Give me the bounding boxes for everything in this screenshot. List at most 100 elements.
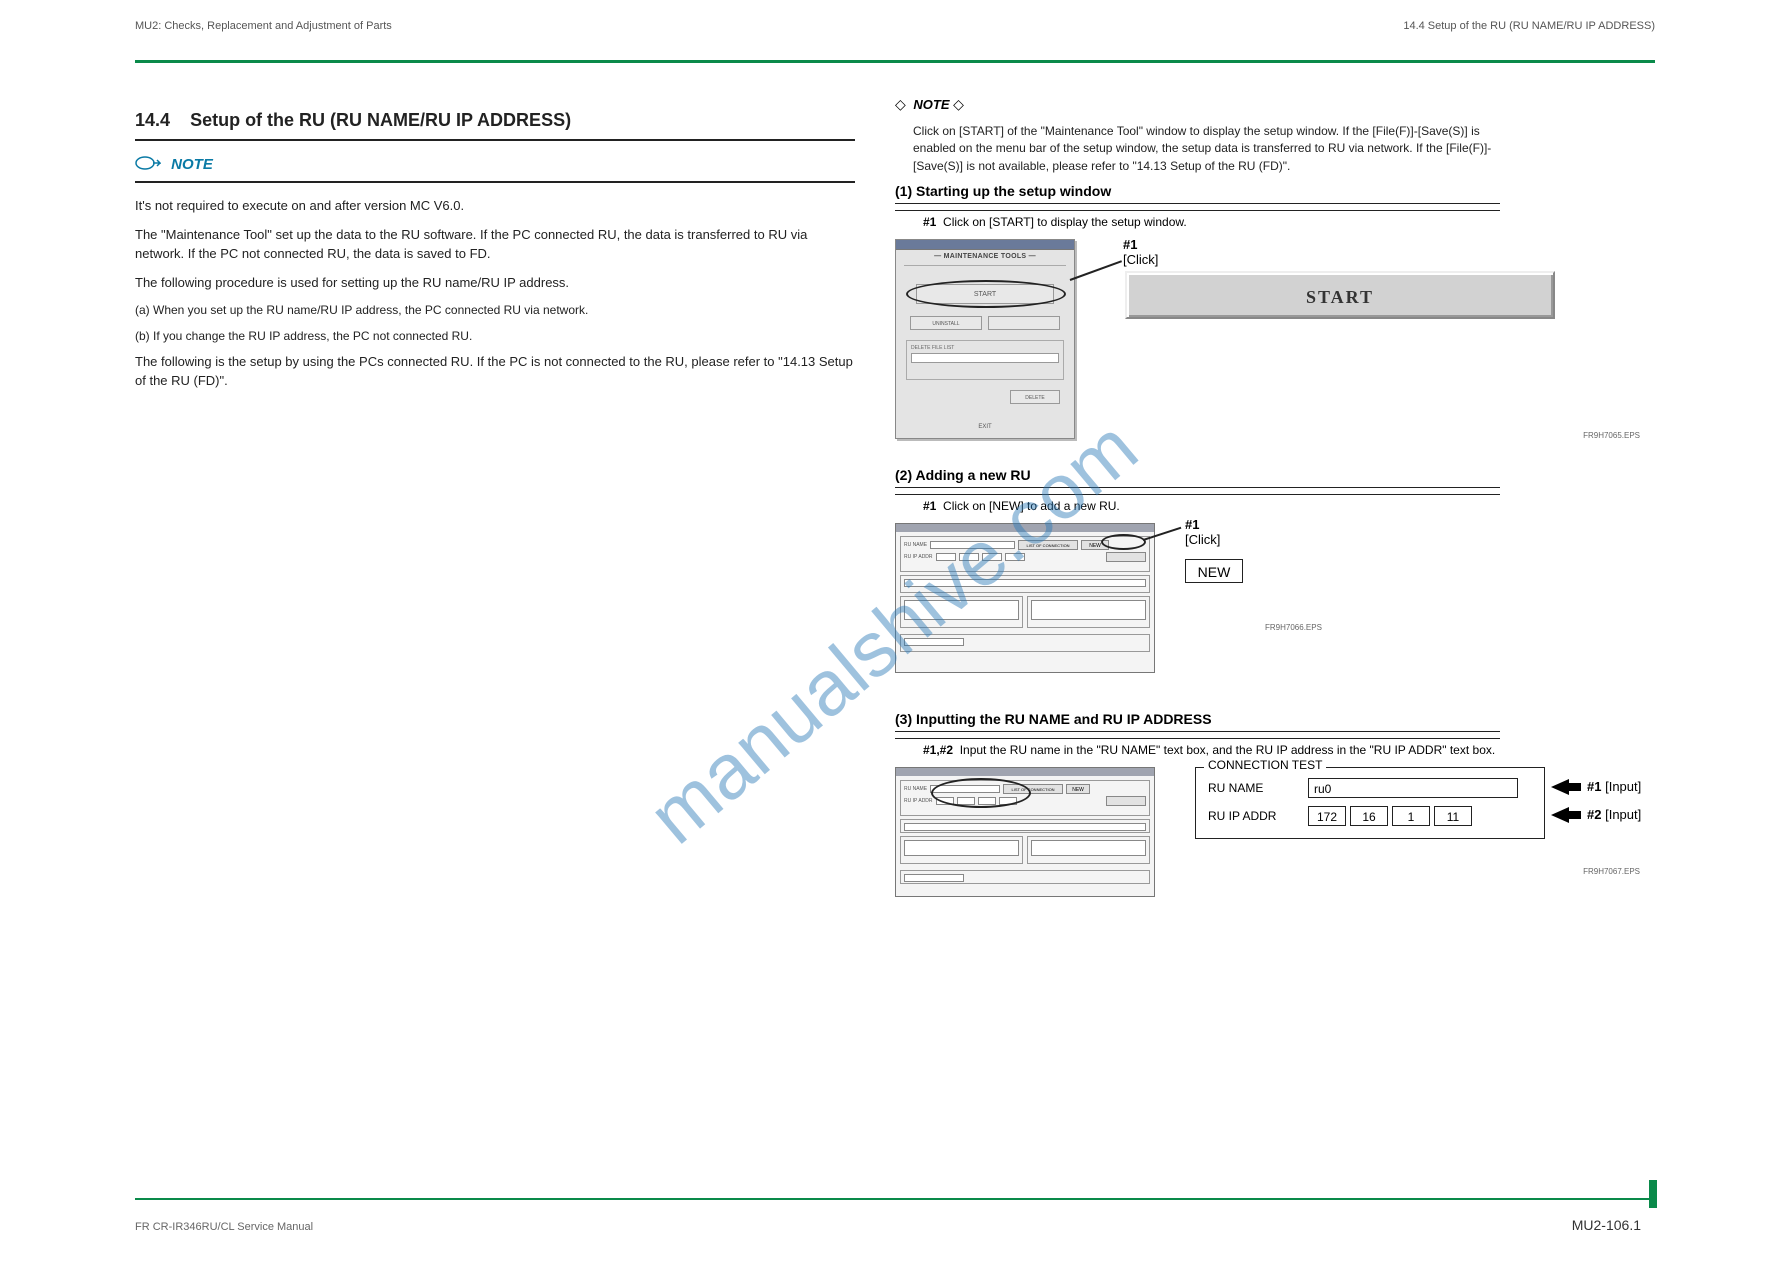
note-icon bbox=[135, 155, 161, 175]
textarea[interactable] bbox=[1031, 840, 1146, 856]
start-button-small[interactable]: START bbox=[916, 284, 1054, 304]
ip-input[interactable] bbox=[978, 797, 996, 805]
button[interactable] bbox=[1106, 796, 1146, 806]
callout-line bbox=[1070, 260, 1122, 281]
step1-hash: #1 bbox=[923, 215, 936, 229]
button[interactable] bbox=[1106, 552, 1146, 562]
callout2-txt: [Click] bbox=[1185, 532, 1220, 547]
para2: The following procedure is used for sett… bbox=[135, 274, 855, 293]
left-column: 14.4 Setup of the RU (RU NAME/RU IP ADDR… bbox=[135, 110, 855, 401]
figure-1: — MAINTENANCE TOOLS — START UNINSTALL DE… bbox=[895, 239, 1650, 449]
group bbox=[900, 596, 1023, 628]
connection-test-legend: CONNECTION TEST bbox=[1204, 758, 1326, 772]
input2-num: #2 bbox=[1587, 807, 1601, 822]
group bbox=[900, 836, 1023, 864]
callout2: #1 [Click] bbox=[1185, 517, 1220, 547]
divider bbox=[904, 265, 1066, 266]
uninstall-button[interactable]: UNINSTALL bbox=[910, 316, 982, 330]
runame-row: RU NAME ru0 bbox=[1208, 778, 1532, 798]
step2-detail-text: Click on [NEW] to add a new RU. bbox=[943, 499, 1120, 513]
connection-group: RU NAME LIST OF CONNECTION NEW RU IP ADD… bbox=[900, 780, 1150, 816]
top-rule bbox=[135, 60, 1655, 63]
input1-num: #1 bbox=[1587, 779, 1601, 794]
step2-detail: #1 Click on [NEW] to add a new RU. bbox=[923, 499, 1650, 513]
arrow-icon bbox=[1551, 779, 1569, 795]
rule bbox=[895, 494, 1500, 495]
header-right: 14.4 Setup of the RU (RU NAME/RU IP ADDR… bbox=[1403, 20, 1655, 32]
setup-dialog: RU NAME LIST OF CONNECTION NEW RU IP ADD… bbox=[895, 523, 1155, 673]
input[interactable] bbox=[904, 579, 1146, 587]
section-rule bbox=[135, 139, 855, 141]
textarea[interactable] bbox=[904, 840, 1019, 856]
ip-input[interactable] bbox=[959, 553, 979, 561]
input[interactable] bbox=[904, 874, 964, 882]
step3-hash: #1,#2 bbox=[923, 743, 953, 757]
ip-input[interactable] bbox=[936, 553, 956, 561]
list-connection-button[interactable]: LIST OF CONNECTION bbox=[1018, 540, 1078, 550]
group bbox=[1027, 596, 1150, 628]
note-text: It's not required to execute on and afte… bbox=[135, 197, 855, 216]
group bbox=[900, 634, 1150, 652]
delete-file-group: DELETE FILE LIST bbox=[906, 340, 1064, 380]
step3-detail-text: Input the RU name in the "RU NAME" text … bbox=[960, 743, 1496, 757]
ip-input[interactable] bbox=[957, 797, 975, 805]
fig3-code: FR9H7067.EPS bbox=[1583, 867, 1640, 876]
arrow-stem bbox=[1569, 811, 1581, 819]
dialog-body: RU NAME LIST OF CONNECTION NEW RU IP ADD… bbox=[896, 776, 1154, 891]
maintenance-tool-window: — MAINTENANCE TOOLS — START UNINSTALL DE… bbox=[895, 239, 1075, 439]
textarea[interactable] bbox=[904, 600, 1019, 620]
page-tab bbox=[1649, 1180, 1657, 1208]
diamond-icon: ◇ bbox=[895, 96, 906, 113]
runame-input[interactable] bbox=[930, 541, 1015, 549]
group bbox=[900, 870, 1150, 884]
button[interactable] bbox=[988, 316, 1060, 330]
ip-octet-1[interactable]: 172 bbox=[1308, 806, 1346, 826]
callout2-num: #1 bbox=[1185, 517, 1199, 532]
titlebar bbox=[896, 524, 1154, 532]
file-list-input[interactable] bbox=[911, 353, 1059, 363]
step2-title: (2) Adding a new RU bbox=[895, 467, 1031, 483]
ip-octet-3[interactable]: 1 bbox=[1392, 806, 1430, 826]
note-diamond-row: ◇ NOTE ◇ bbox=[895, 96, 1650, 113]
new-button-small[interactable]: NEW bbox=[1081, 540, 1109, 550]
group bbox=[900, 819, 1150, 833]
arrow-icon bbox=[1551, 807, 1569, 823]
runame-field[interactable]: ru0 bbox=[1308, 778, 1518, 798]
start-button-big[interactable]: START bbox=[1125, 271, 1555, 319]
fig1-code: FR9H7065.EPS bbox=[1583, 431, 1640, 440]
step1-detail: #1 Click on [START] to display the setup… bbox=[923, 215, 1650, 229]
textarea[interactable] bbox=[1031, 600, 1146, 620]
step3-title: (3) Inputting the RU NAME and RU IP ADDR… bbox=[895, 711, 1212, 727]
new-button-small[interactable]: NEW bbox=[1066, 784, 1090, 794]
step3-heading: (3) Inputting the RU NAME and RU IP ADDR… bbox=[895, 711, 1500, 732]
note-label: NOTE bbox=[171, 156, 213, 173]
group bbox=[1027, 836, 1150, 864]
input[interactable] bbox=[904, 823, 1146, 831]
runame-input[interactable] bbox=[930, 785, 1000, 793]
item-b: (b) If you change the RU IP address, the… bbox=[135, 328, 855, 345]
input2-callout: #2 [Input] bbox=[1587, 807, 1641, 822]
fig2-code: FR9H7066.EPS bbox=[1265, 623, 1322, 632]
input1-callout: #1 [Input] bbox=[1587, 779, 1641, 794]
note-diamond-label: NOTE bbox=[913, 97, 949, 112]
right-column: ◇ NOTE ◇ Click on [START] of the "Mainte… bbox=[895, 90, 1650, 935]
ip-input[interactable] bbox=[1005, 553, 1025, 561]
ip-octet-2[interactable]: 16 bbox=[1350, 806, 1388, 826]
figure-3: RU NAME LIST OF CONNECTION NEW RU IP ADD… bbox=[895, 767, 1650, 917]
bottom-rule bbox=[135, 1198, 1655, 1200]
list-connection-button[interactable]: LIST OF CONNECTION bbox=[1003, 784, 1063, 794]
input[interactable] bbox=[904, 638, 964, 646]
new-badge: NEW bbox=[1185, 559, 1243, 583]
step1-title: (1) Starting up the setup window bbox=[895, 183, 1111, 199]
ip-input[interactable] bbox=[936, 797, 954, 805]
delete-button[interactable]: DELETE bbox=[1010, 390, 1060, 404]
callout1: #1 [Click] bbox=[1123, 237, 1158, 267]
exit-label[interactable]: EXIT bbox=[978, 424, 991, 430]
ip-input[interactable] bbox=[999, 797, 1017, 805]
ip-octet-4[interactable]: 11 bbox=[1434, 806, 1472, 826]
app-banner: — MAINTENANCE TOOLS — bbox=[896, 250, 1074, 263]
ref-text: The following is the setup by using the … bbox=[135, 353, 855, 391]
step1-detail-text: Click on [START] to display the setup wi… bbox=[943, 215, 1187, 229]
ruip-row: RU IP ADDR 172 16 1 11 bbox=[1208, 806, 1532, 826]
ip-input[interactable] bbox=[982, 553, 1002, 561]
